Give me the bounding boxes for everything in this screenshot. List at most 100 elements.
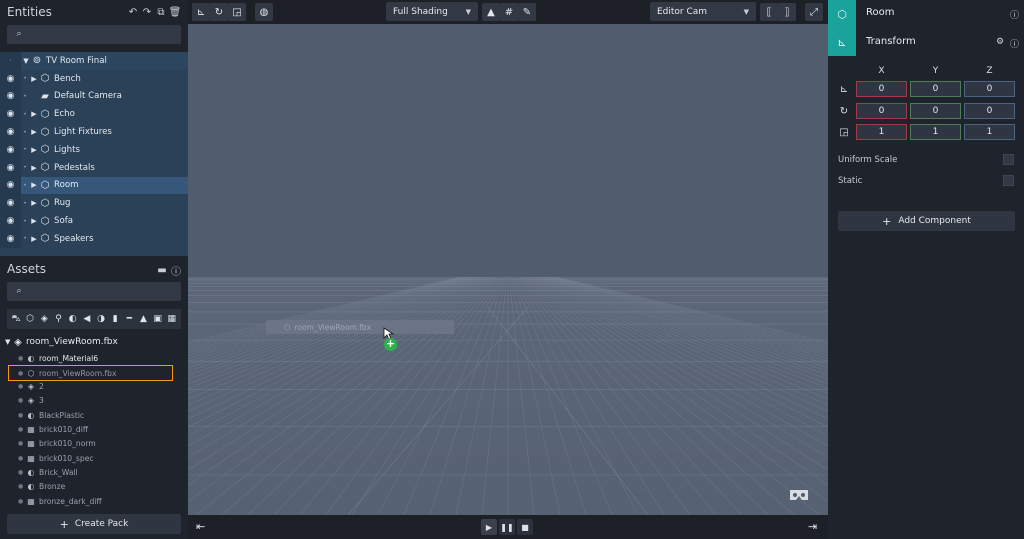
lock-icon[interactable]: • <box>21 235 29 242</box>
redo-icon[interactable]: ↷ <box>141 6 153 18</box>
speaker-icon[interactable]: ◀ <box>81 314 93 324</box>
eye-icon[interactable]: ◉ <box>0 212 21 230</box>
tree-item[interactable]: ◉ • ▶ ⬡ Speakers <box>0 229 188 248</box>
position-x-input[interactable]: 0 <box>856 81 907 97</box>
asset-item[interactable]: ● ◈ 3 <box>0 394 188 408</box>
help-icon[interactable]: ⓘ <box>1010 37 1019 50</box>
lock-icon[interactable]: • <box>21 146 29 153</box>
play-icon[interactable]: ▶ <box>481 519 497 535</box>
entities-search[interactable]: ⌕ <box>7 25 181 44</box>
static-checkbox[interactable] <box>1003 175 1014 186</box>
eye-icon[interactable]: ◉ <box>0 123 21 141</box>
add-component-button[interactable]: + Add Component <box>838 211 1015 231</box>
asset-root-row[interactable]: ▼ ◈ room_ViewRoom.fbx <box>0 335 188 349</box>
assets-search[interactable]: ⌕ <box>7 282 181 301</box>
rotation-z-input[interactable]: 0 <box>964 103 1015 119</box>
expand-arrow-icon[interactable]: ▶ <box>29 146 39 154</box>
grid-icon[interactable]: # <box>500 3 518 21</box>
expand-arrow-icon[interactable]: ▶ <box>29 217 39 225</box>
run-icon[interactable]: ⚲ <box>53 314 65 324</box>
lock-icon[interactable]: • <box>21 200 29 207</box>
expand-arrow-icon[interactable]: ▶ <box>29 128 39 136</box>
tree-item[interactable]: ◉ • ▶ ⬡ Room <box>0 176 188 195</box>
pause-icon[interactable]: ❚❚ <box>499 519 515 535</box>
exit-right-icon[interactable]: ⇥ <box>808 520 817 533</box>
eye-icon[interactable]: ◉ <box>0 105 21 124</box>
eye-icon[interactable]: ◉ <box>0 140 21 159</box>
asset-item[interactable]: ● ◐ Brick_Wall <box>0 465 188 479</box>
expand-arrow-icon[interactable]: ▶ <box>29 235 39 243</box>
gear-icon[interactable]: ⚙ <box>996 37 1004 47</box>
shader-icon[interactable]: ◑ <box>95 314 107 324</box>
eye-icon[interactable]: ◉ <box>0 229 21 248</box>
cube-icon[interactable]: ◈ <box>38 314 50 324</box>
lock-icon[interactable]: • <box>21 129 29 136</box>
frame-all-icon[interactable]: ⟧ <box>778 3 796 21</box>
scene-canvas[interactable]: ⬡ room_ViewRoom.fbx + <box>188 24 828 515</box>
eye-icon[interactable]: ◉ <box>0 158 21 177</box>
camera-dropdown[interactable]: Editor Cam ▼ <box>650 2 756 21</box>
shading-dropdown[interactable]: Full Shading ▼ <box>386 2 478 21</box>
expand-arrow-icon[interactable]: ▶ <box>29 199 39 207</box>
asset-item[interactable]: ● ◈ 2 <box>0 380 188 394</box>
uniform-scale-checkbox[interactable] <box>1003 154 1014 165</box>
lock-icon[interactable]: • <box>21 111 29 118</box>
move-tool-icon[interactable]: ⊾ <box>192 3 210 21</box>
eye-icon[interactable]: ◉ <box>0 176 21 195</box>
lock-icon[interactable]: • <box>21 75 29 82</box>
line-icon[interactable]: ━ <box>123 314 135 324</box>
position-y-input[interactable]: 0 <box>910 81 961 97</box>
rotate-tool-icon[interactable]: ↻ <box>210 3 228 21</box>
create-pack-button[interactable]: + Create Pack <box>7 514 181 534</box>
tree-item[interactable]: ◉ • ▶ ⬡ Light Fixtures <box>0 123 188 141</box>
tree-item[interactable]: ◉ • ▶ ⬡ Sofa <box>0 212 188 230</box>
scale-tool-icon[interactable]: ◲ <box>228 3 246 21</box>
asset-item[interactable]: ● ▦ brick010_diff <box>0 423 188 437</box>
asset-item[interactable]: ● ◐ Bronze <box>0 480 188 494</box>
lock-icon[interactable]: • <box>21 164 29 171</box>
asset-item[interactable]: ● ▦ brick010_norm <box>0 437 188 451</box>
eye-icon[interactable]: ◉ <box>0 87 21 106</box>
help-icon[interactable]: ⓘ <box>170 264 182 278</box>
rotation-y-input[interactable]: 0 <box>910 103 961 119</box>
asset-item[interactable]: ● ◐ room_Material6 <box>0 351 188 365</box>
asset-item[interactable]: ● ▦ bronze_dark_diff <box>0 494 188 508</box>
scale-z-input[interactable]: 1 <box>964 124 1015 140</box>
expand-arrow-icon[interactable]: ▼ <box>21 57 31 65</box>
frame-selection-icon[interactable]: ⟦ <box>760 3 778 21</box>
sphere-icon[interactable]: ◐ <box>67 314 79 324</box>
asset-item[interactable]: ● ◐ BlackPlastic <box>0 408 188 422</box>
globe-icon[interactable]: ◍ <box>255 3 273 21</box>
lock-icon[interactable]: • <box>21 182 29 189</box>
asset-item[interactable]: ● ▦ brick010_spec <box>0 451 188 465</box>
undo-icon[interactable]: ↶ <box>127 6 139 18</box>
position-z-input[interactable]: 0 <box>964 81 1015 97</box>
expand-arrow-icon[interactable]: ▼ <box>5 338 13 346</box>
terrain-icon[interactable]: ▲ <box>137 314 149 324</box>
tree-item[interactable]: ◉ • ▶ ⬡ Pedestals <box>0 158 188 177</box>
visibility-toggle[interactable]: · <box>0 52 21 70</box>
paint-icon[interactable]: ▮ <box>109 314 121 324</box>
terrain-view-icon[interactable]: ▲ <box>482 3 500 21</box>
tree-root-row[interactable]: · ▼ ⊚ TV Room Final <box>0 52 188 70</box>
expand-arrow-icon[interactable]: ▶ <box>29 181 39 189</box>
vr-headset-icon[interactable] <box>788 488 810 502</box>
lock-icon[interactable]: • <box>21 93 29 100</box>
image-icon[interactable]: ▣ <box>152 314 164 324</box>
expand-arrow-icon[interactable]: ▶ <box>29 110 39 118</box>
eye-icon[interactable]: ◉ <box>0 194 21 213</box>
folder-icon[interactable]: ▬ <box>156 264 168 276</box>
eye-icon[interactable]: ◉ <box>0 69 21 88</box>
hexagon-icon[interactable]: ⬡ <box>24 314 36 324</box>
tree-item[interactable]: ◉ • ▰ Default Camera <box>0 87 188 106</box>
stop-icon[interactable]: ■ <box>517 519 533 535</box>
tree-item[interactable]: ◉ • ▶ ⬡ Bench <box>0 69 188 88</box>
tree-item[interactable]: ◉ • ▶ ⬡ Echo <box>0 105 188 124</box>
expand-arrow-icon[interactable]: ▶ <box>29 164 39 172</box>
scale-y-input[interactable]: 1 <box>910 124 961 140</box>
rotation-x-input[interactable]: 0 <box>856 103 907 119</box>
duplicate-icon[interactable]: ⧉ <box>155 6 167 18</box>
vehicle-icon[interactable]: ⛍ <box>10 314 22 325</box>
help-icon[interactable]: ⓘ <box>1010 8 1019 21</box>
lock-icon[interactable]: • <box>21 218 29 225</box>
